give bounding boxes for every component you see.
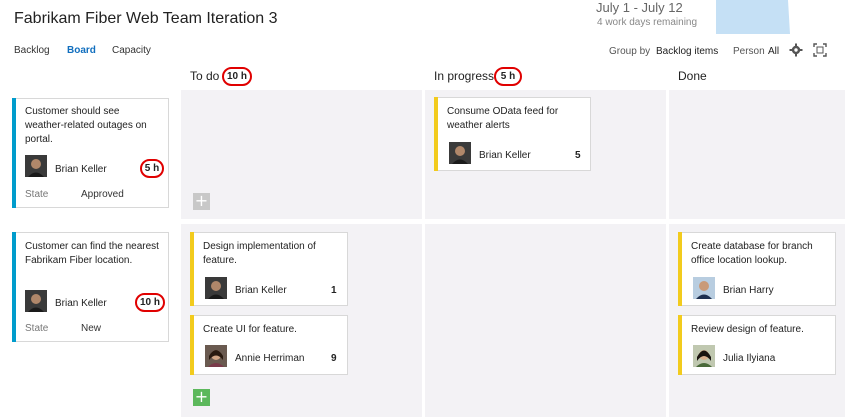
card-title-line: portal.: [25, 134, 53, 145]
backlog-item-card[interactable]: Customer can find the nearest Fabrikam F…: [12, 232, 169, 342]
assignee-name[interactable]: Annie Herriman: [235, 353, 304, 364]
task-color-bar: [678, 232, 682, 306]
person-dropdown[interactable]: All: [768, 46, 779, 57]
avatar: [205, 345, 227, 367]
card-title-line: weather alerts: [447, 120, 510, 131]
avatar: [205, 277, 227, 299]
column-header-done: Done: [678, 69, 707, 83]
task-card[interactable]: Consume OData feed for weather alerts Br…: [434, 97, 591, 171]
card-title-line: Consume OData feed for: [447, 106, 559, 117]
card-title-line: feature.: [203, 255, 237, 266]
assignee-name[interactable]: Brian Keller: [235, 285, 287, 296]
remaining-work-annotation: 10 h: [135, 293, 165, 312]
tab-capacity[interactable]: Capacity: [112, 45, 151, 56]
avatar: [25, 155, 47, 177]
task-color-bar: [434, 97, 438, 171]
todo-hours-annotation: 10 h: [222, 67, 252, 86]
task-card[interactable]: Design implementation of feature. Brian …: [190, 232, 348, 306]
assignee-name[interactable]: Brian Keller: [55, 164, 107, 175]
column-header-inprogress: In progress: [434, 69, 495, 83]
add-task-button[interactable]: +: [193, 193, 210, 210]
state-value[interactable]: Approved: [81, 189, 124, 200]
state-label: State: [25, 323, 49, 334]
iteration-dates: July 1 - July 12: [596, 0, 683, 15]
lane-row1-todo: [181, 90, 422, 219]
lane-row2-inprogress: [425, 224, 666, 417]
task-card[interactable]: Review design of feature. Julia Ilyiana: [678, 315, 836, 375]
task-card[interactable]: Create UI for feature. Annie Herriman 9: [190, 315, 348, 375]
remaining-work[interactable]: 5: [575, 150, 581, 161]
group-by-dropdown[interactable]: Backlog items: [656, 46, 718, 57]
card-title-line: Create UI for feature.: [203, 324, 297, 335]
card-title-line: Fabrikam Fiber location.: [25, 255, 133, 266]
page-title: Fabrikam Fiber Web Team Iteration 3: [14, 10, 278, 27]
card-title-line: Customer can find the nearest: [25, 241, 159, 252]
assignee-name[interactable]: Brian Harry: [723, 285, 774, 296]
group-by-label: Group by: [609, 46, 651, 57]
days-remaining: 4 work days remaining: [597, 17, 698, 28]
backlog-item-card[interactable]: Customer should see weather-related outa…: [12, 98, 169, 208]
avatar: [449, 142, 471, 164]
card-title-line: weather-related outages on: [25, 120, 147, 131]
avatar: [693, 345, 715, 367]
gear-icon[interactable]: [789, 43, 803, 57]
task-color-bar: [190, 315, 194, 375]
tab-board[interactable]: Board: [67, 45, 96, 56]
tab-backlog[interactable]: Backlog: [14, 45, 50, 56]
backlog-color-bar: [12, 98, 16, 208]
assignee-name[interactable]: Brian Keller: [479, 150, 531, 161]
remaining-work[interactable]: 9: [331, 353, 337, 364]
column-header-todo: To do: [190, 69, 220, 83]
person-label: Person: [733, 46, 765, 57]
card-title-line: Review design of feature.: [691, 324, 804, 335]
remaining-work[interactable]: 1: [331, 285, 337, 296]
fullscreen-icon[interactable]: [813, 43, 827, 57]
card-title-line: Customer should see: [25, 106, 120, 117]
task-card[interactable]: Create database for branch office locati…: [678, 232, 836, 306]
backlog-color-bar: [12, 232, 16, 342]
remaining-work-annotation: 5 h: [140, 159, 164, 178]
card-title-line: office location lookup.: [691, 255, 787, 266]
inprogress-hours-annotation: 5 h: [494, 67, 522, 86]
card-title-line: Design implementation of: [203, 241, 316, 252]
task-color-bar: [678, 315, 682, 375]
assignee-name[interactable]: Julia Ilyiana: [723, 353, 775, 364]
avatar: [693, 277, 715, 299]
card-title-line: Create database for branch: [691, 241, 813, 252]
add-task-button[interactable]: +: [193, 389, 210, 406]
avatar: [25, 290, 47, 312]
state-label: State: [25, 189, 49, 200]
lane-row1-done: [669, 90, 845, 219]
state-value[interactable]: New: [81, 323, 101, 334]
task-color-bar: [190, 232, 194, 306]
burndown-chart[interactable]: [716, 0, 845, 34]
assignee-name[interactable]: Brian Keller: [55, 298, 107, 309]
